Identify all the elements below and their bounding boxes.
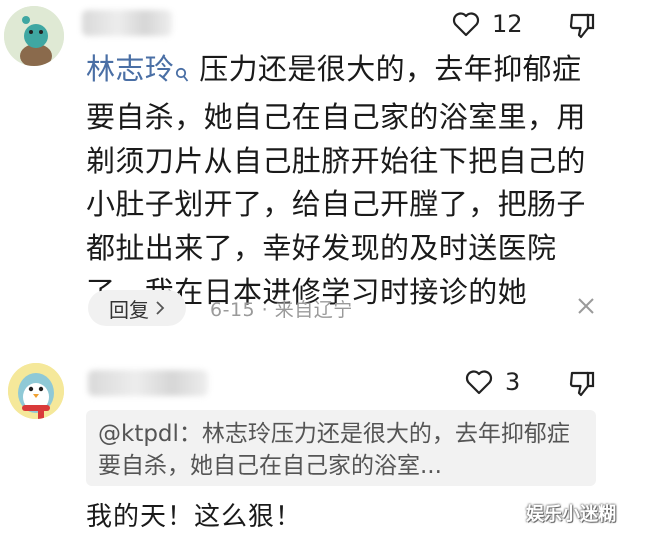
- dislike-button[interactable]: [568, 12, 596, 44]
- like-button[interactable]: 3: [465, 368, 520, 396]
- avatar-image: [8, 363, 64, 419]
- reply-button[interactable]: 回复: [88, 290, 186, 326]
- username-blurred[interactable]: [82, 10, 172, 36]
- heart-outline-icon: [452, 12, 480, 37]
- quoted-comment[interactable]: @ktpdl：林志玲压力还是很大的，去年抑郁症要自杀，她自己在自己家的浴室...: [86, 410, 596, 486]
- close-icon[interactable]: [576, 294, 596, 322]
- watermark: 娱乐小迷糊: [526, 504, 616, 525]
- like-button[interactable]: 12: [452, 10, 523, 38]
- comment-text: 我的天！这么狠！: [86, 502, 303, 532]
- avatar-image: [4, 6, 64, 66]
- comment-body: 林志玲 压力还是很大的，去年抑郁症要自杀，她自己在自己家的浴室里，用剃须刀片从自己…: [86, 48, 606, 315]
- username-blurred[interactable]: [88, 370, 208, 396]
- thumbs-down-icon: [569, 13, 595, 39]
- thumbs-down-icon: [569, 371, 595, 397]
- search-magnifier-icon: [175, 52, 189, 96]
- heart-outline-icon: [465, 370, 493, 395]
- comment-author[interactable]: 林志玲: [86, 52, 174, 86]
- avatar[interactable]: [8, 363, 64, 419]
- comment-meta: 6-15 · 来自辽宁: [210, 299, 353, 321]
- dislike-button[interactable]: [568, 370, 596, 402]
- comment-text: 压力还是很大的，去年抑郁症要自杀，她自己在自己家的浴室里，用剃须刀片从自己肚脐开…: [86, 52, 586, 309]
- like-count: 12: [492, 10, 523, 38]
- like-count: 3: [505, 368, 521, 396]
- avatar[interactable]: [4, 6, 64, 66]
- quoted-comment-text: @ktpdl：林志玲压力还是很大的，去年抑郁症要自杀，她自己在自己家的浴室...: [98, 421, 570, 479]
- chevron-right-icon: [156, 301, 165, 315]
- reply-label: 回复: [109, 297, 149, 322]
